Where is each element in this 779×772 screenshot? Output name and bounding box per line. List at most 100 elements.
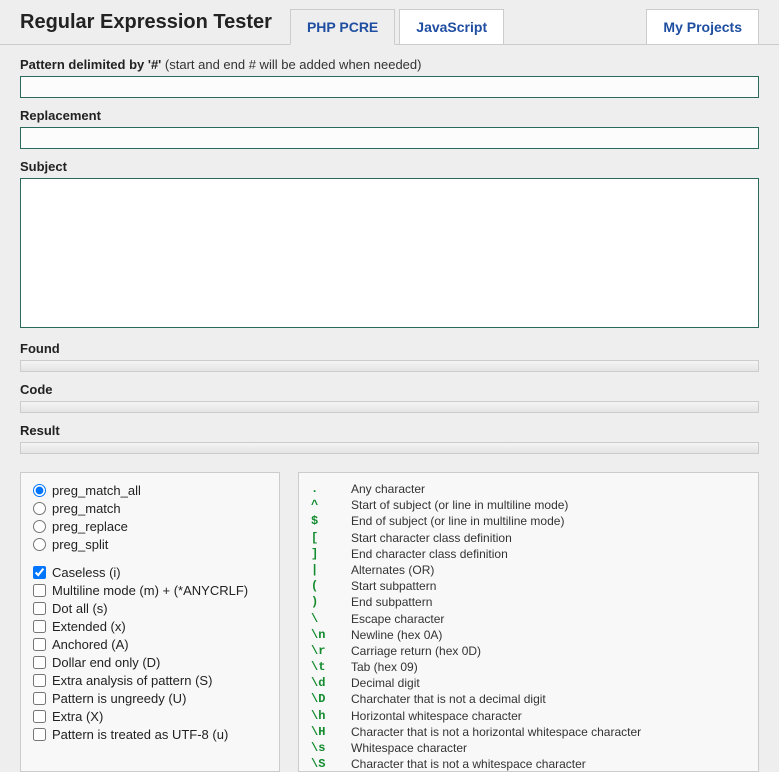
pattern-input[interactable] (20, 76, 759, 98)
reference-symbol: \ (311, 611, 351, 627)
func-match-all-label: preg_match_all (52, 483, 141, 498)
func-replace[interactable]: preg_replace (33, 519, 267, 534)
opt-anchored-label: Anchored (A) (52, 637, 129, 652)
reference-panel: .Any character^Start of subject (or line… (298, 472, 759, 772)
reference-symbol: \D (311, 691, 351, 707)
reference-row: \rCarriage return (hex 0D) (311, 643, 746, 659)
func-match-all[interactable]: preg_match_all (33, 483, 267, 498)
pattern-label-text: Pattern delimited by '#' (20, 57, 161, 72)
reference-row: .Any character (311, 481, 746, 497)
tab-my-projects[interactable]: My Projects (646, 9, 759, 45)
reference-symbol: \n (311, 627, 351, 643)
reference-symbol: \s (311, 740, 351, 756)
reference-desc: Start subpattern (351, 578, 746, 594)
opt-multiline[interactable]: Multiline mode (m) + (*ANYCRLF) (33, 583, 267, 598)
opt-extended[interactable]: Extended (x) (33, 619, 267, 634)
func-replace-label: preg_replace (52, 519, 128, 534)
opt-extra-x[interactable]: Extra (X) (33, 709, 267, 724)
opt-ungreedy-label: Pattern is ungreedy (U) (52, 691, 186, 706)
tab-javascript[interactable]: JavaScript (399, 9, 504, 45)
reference-row: \sWhitespace character (311, 740, 746, 756)
reference-desc: Horizontal whitespace character (351, 708, 746, 724)
check-ungreedy[interactable] (33, 692, 46, 705)
opt-extra-x-label: Extra (X) (52, 709, 103, 724)
reference-symbol: \t (311, 659, 351, 675)
reference-desc: Whitespace character (351, 740, 746, 756)
reference-row: \HCharacter that is not a horizontal whi… (311, 724, 746, 740)
opt-ungreedy[interactable]: Pattern is ungreedy (U) (33, 691, 267, 706)
check-extra-s[interactable] (33, 674, 46, 687)
reference-row: |Alternates (OR) (311, 562, 746, 578)
reference-desc: Newline (hex 0A) (351, 627, 746, 643)
result-output (20, 442, 759, 454)
func-match[interactable]: preg_match (33, 501, 267, 516)
opt-caseless-label: Caseless (i) (52, 565, 121, 580)
found-label: Found (20, 341, 759, 356)
radio-split[interactable] (33, 538, 46, 551)
result-label: Result (20, 423, 759, 438)
opt-dollarend-label: Dollar end only (D) (52, 655, 160, 670)
reference-row: \tTab (hex 09) (311, 659, 746, 675)
func-split-label: preg_split (52, 537, 108, 552)
tabs-left: PHP PCRE JavaScript (290, 8, 508, 44)
radio-match[interactable] (33, 502, 46, 515)
check-extended[interactable] (33, 620, 46, 633)
reference-symbol: | (311, 562, 351, 578)
opt-dollarend[interactable]: Dollar end only (D) (33, 655, 267, 670)
reference-row: \Escape character (311, 611, 746, 627)
reference-symbol: ) (311, 594, 351, 610)
opt-extra-s[interactable]: Extra analysis of pattern (S) (33, 673, 267, 688)
reference-symbol: . (311, 481, 351, 497)
radio-match-all[interactable] (33, 484, 46, 497)
reference-row: \hHorizontal whitespace character (311, 708, 746, 724)
reference-row: \DCharchater that is not a decimal digit (311, 691, 746, 707)
tab-php[interactable]: PHP PCRE (290, 9, 395, 45)
func-match-label: preg_match (52, 501, 121, 516)
columns: preg_match_all preg_match preg_replace p… (0, 462, 779, 772)
check-utf8[interactable] (33, 728, 46, 741)
reference-symbol: $ (311, 513, 351, 529)
reference-desc: Character that is not a whitespace chara… (351, 756, 746, 772)
reference-desc: Character that is not a horizontal white… (351, 724, 746, 740)
opt-dotall-label: Dot all (s) (52, 601, 108, 616)
opt-utf8[interactable]: Pattern is treated as UTF-8 (u) (33, 727, 267, 742)
radio-replace[interactable] (33, 520, 46, 533)
reference-desc: End character class definition (351, 546, 746, 562)
check-anchored[interactable] (33, 638, 46, 651)
reference-desc: Decimal digit (351, 675, 746, 691)
subject-label: Subject (20, 159, 759, 174)
check-dollarend[interactable] (33, 656, 46, 669)
reference-desc: Charchater that is not a decimal digit (351, 691, 746, 707)
opt-extended-label: Extended (x) (52, 619, 126, 634)
check-extra-x[interactable] (33, 710, 46, 723)
reference-desc: Start of subject (or line in multiline m… (351, 497, 746, 513)
reference-row: )End subpattern (311, 594, 746, 610)
opt-caseless[interactable]: Caseless (i) (33, 565, 267, 580)
reference-desc: Start character class definition (351, 530, 746, 546)
replacement-input[interactable] (20, 127, 759, 149)
tabs-right: My Projects (646, 8, 759, 44)
check-dotall[interactable] (33, 602, 46, 615)
reference-desc: Any character (351, 481, 746, 497)
reference-row: \SCharacter that is not a whitespace cha… (311, 756, 746, 772)
reference-symbol: \r (311, 643, 351, 659)
main-form: Pattern delimited by '#' (start and end … (0, 45, 779, 462)
check-caseless[interactable] (33, 566, 46, 579)
opt-anchored[interactable]: Anchored (A) (33, 637, 267, 652)
reference-symbol: [ (311, 530, 351, 546)
reference-row: ]End character class definition (311, 546, 746, 562)
opt-dotall[interactable]: Dot all (s) (33, 601, 267, 616)
subject-textarea[interactable] (20, 178, 759, 328)
reference-desc: Tab (hex 09) (351, 659, 746, 675)
reference-desc: Carriage return (hex 0D) (351, 643, 746, 659)
reference-row: $End of subject (or line in multiline mo… (311, 513, 746, 529)
reference-row: \nNewline (hex 0A) (311, 627, 746, 643)
reference-symbol: \d (311, 675, 351, 691)
reference-row: [Start character class definition (311, 530, 746, 546)
opt-utf8-label: Pattern is treated as UTF-8 (u) (52, 727, 228, 742)
opt-extra-s-label: Extra analysis of pattern (S) (52, 673, 212, 688)
check-multiline[interactable] (33, 584, 46, 597)
found-output (20, 360, 759, 372)
options-panel: preg_match_all preg_match preg_replace p… (20, 472, 280, 772)
func-split[interactable]: preg_split (33, 537, 267, 552)
